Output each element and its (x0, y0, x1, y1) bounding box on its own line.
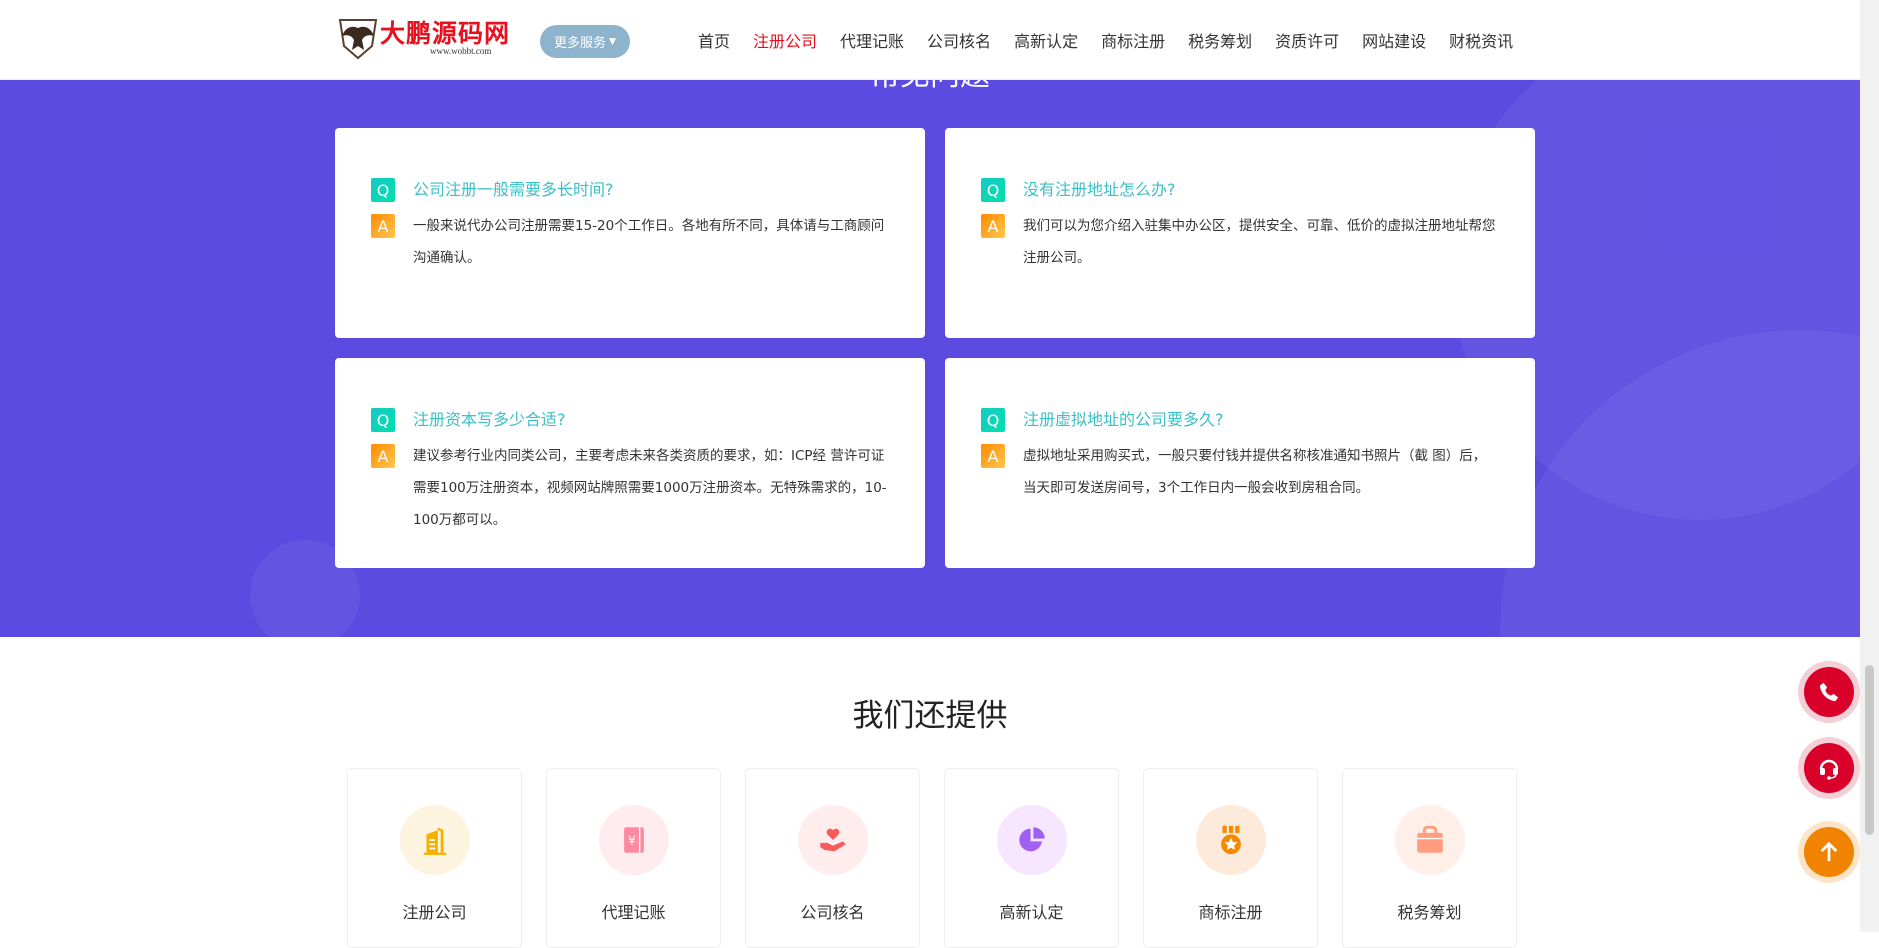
faq-section: 常见问题 Q 公司注册一般需要多长时间? A 一般来说代办公司注册需要15-20个工作… (0, 80, 1860, 637)
more-services-label: 更多服务 (554, 32, 606, 51)
arrow-up-icon (1818, 841, 1840, 863)
headset-icon (1817, 756, 1841, 780)
service-label: 税务筹划 (1343, 899, 1516, 923)
faq-answer: 我们可以为您介绍入驻集中办公区，提供安全、可靠、低价的虚拟注册地址帮您注册公司。 (1023, 210, 1499, 274)
services-title: 我们还提供 (0, 690, 1860, 735)
phone-icon (1818, 681, 1840, 703)
service-label: 注册公司 (348, 899, 521, 923)
service-card[interactable]: 商标注册 (1143, 768, 1318, 948)
service-card[interactable]: 公司核名 (745, 768, 920, 948)
service-label: 高新认定 (945, 899, 1118, 923)
faq-card: Q 注册虚拟地址的公司要多久? A 虚拟地址采用购买式，一般只要付钱并提供名称核准通知… (945, 358, 1535, 568)
nav-item[interactable]: 商标注册 (1101, 28, 1165, 52)
main-nav: 首页注册公司代理记账公司核名高新认定商标注册税务筹划资质许可网站建设财税资讯 (698, 28, 1513, 52)
service-card[interactable]: 税务筹划 (1342, 768, 1517, 948)
service-label: 商标注册 (1144, 899, 1317, 923)
more-services-button[interactable]: 更多服务▼ (540, 25, 630, 58)
nav-item[interactable]: 资质许可 (1275, 28, 1339, 52)
service-label: 公司核名 (746, 899, 919, 923)
faq-card: Q 没有注册地址怎么办? A 我们可以为您介绍入驻集中办公区，提供安全、可靠、低价的虚… (945, 128, 1535, 338)
caret-down-icon: ▼ (609, 37, 616, 47)
logo-text: 大鹏源码网 (380, 20, 510, 48)
answer-badge: A (371, 214, 395, 238)
nav-item[interactable]: 税务筹划 (1188, 28, 1252, 52)
faq-question: 公司注册一般需要多长时间? (413, 178, 614, 202)
question-badge: Q (371, 178, 395, 202)
nav-item[interactable]: 代理记账 (840, 28, 904, 52)
customer-service-button[interactable] (1798, 737, 1860, 799)
site-header: 大鹏源码网 www.wobbt.com 更多服务▼ 首页注册公司代理记账公司核名… (0, 0, 1860, 80)
briefcase-icon (1395, 805, 1465, 875)
building-icon (400, 805, 470, 875)
answer-badge: A (371, 444, 395, 468)
service-card[interactable]: 注册公司 (347, 768, 522, 948)
nav-item[interactable]: 注册公司 (753, 28, 817, 52)
back-to-top-button[interactable] (1798, 821, 1860, 883)
service-card[interactable]: ¥ 代理记账 (546, 768, 721, 948)
phone-button[interactable] (1798, 661, 1860, 723)
faq-answer: 一般来说代办公司注册需要15-20个工作日。各地有所不同，具体请与工商顾问沟通确… (413, 210, 889, 274)
service-card[interactable]: 高新认定 (944, 768, 1119, 948)
scrollbar-thumb[interactable] (1865, 665, 1874, 835)
faq-card: Q 注册资本写多少合适? A 建议参考行业内同类公司，主要考虑未来各类资质的要求，如：… (335, 358, 925, 568)
faq-answer: 建议参考行业内同类公司，主要考虑未来各类资质的要求，如：ICP经 营许可证需要1… (413, 440, 889, 536)
pie-chart-icon (997, 805, 1067, 875)
nav-item[interactable]: 网站建设 (1362, 28, 1426, 52)
faq-card: Q 公司注册一般需要多长时间? A 一般来说代办公司注册需要15-20个工作日。各地有… (335, 128, 925, 338)
faq-title: 常见问题 (0, 80, 1860, 94)
answer-badge: A (981, 214, 1005, 238)
nav-item[interactable]: 高新认定 (1014, 28, 1078, 52)
service-label: 代理记账 (547, 899, 720, 923)
scrollbar[interactable] (1860, 0, 1879, 932)
eagle-logo-icon (336, 16, 380, 60)
ledger-icon: ¥ (599, 805, 669, 875)
svg-text:¥: ¥ (627, 833, 635, 848)
logo[interactable]: 大鹏源码网 www.wobbt.com (336, 16, 510, 60)
question-badge: Q (981, 178, 1005, 202)
nav-item[interactable]: 首页 (698, 28, 730, 52)
medal-icon (1196, 805, 1266, 875)
faq-question: 注册虚拟地址的公司要多久? (1023, 408, 1224, 432)
question-badge: Q (981, 408, 1005, 432)
nav-item[interactable]: 财税资讯 (1449, 28, 1513, 52)
heart-hand-icon (798, 805, 868, 875)
answer-badge: A (981, 444, 1005, 468)
faq-question: 注册资本写多少合适? (413, 408, 566, 432)
faq-question: 没有注册地址怎么办? (1023, 178, 1176, 202)
question-badge: Q (371, 408, 395, 432)
faq-answer: 虚拟地址采用购买式，一般只要付钱并提供名称核准通知书照片（截 图）后，当天即可发… (1023, 440, 1499, 504)
nav-item[interactable]: 公司核名 (927, 28, 991, 52)
